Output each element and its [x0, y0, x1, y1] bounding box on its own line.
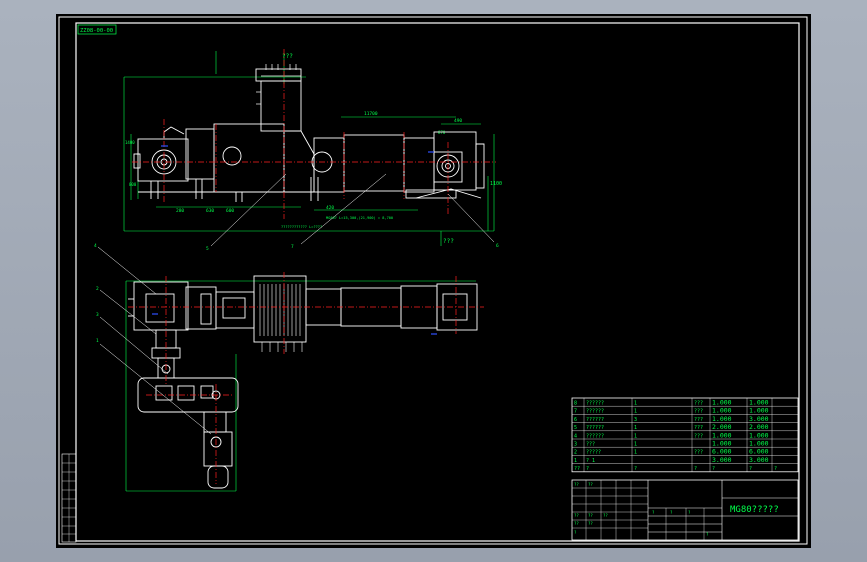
bom-header-cell: ?? — [574, 466, 580, 472]
dim-4: 420 — [326, 205, 334, 211]
bom-cell-name: ?????? — [586, 417, 604, 423]
bom-cell-name: ?????? — [586, 433, 604, 439]
title-block-cell: ?? — [588, 482, 593, 487]
balloon-1: 1 — [96, 338, 99, 344]
drawing-name: MG80????? — [730, 505, 779, 515]
bom-cell-w2: 3.000 — [749, 415, 769, 423]
plan-view: 4 2 3 1 — [94, 243, 484, 492]
bom-cell-no: 7 — [574, 409, 577, 415]
title-block-cell: ? — [706, 532, 709, 537]
bom-cell-qty: 1 — [634, 401, 637, 407]
balloon-6: 6 — [496, 243, 499, 249]
bom-cell-w2: 6.000 — [749, 448, 769, 456]
dim-top1: 11700 — [364, 111, 378, 117]
dim-total-bottom: ???????????? L=???? — [281, 225, 322, 229]
dim-3: 600 — [226, 208, 234, 214]
bom-cell-mat: ??? — [694, 401, 703, 407]
bom-cell-mat: ??? — [694, 425, 703, 431]
bom-cell-mat: ??? — [694, 409, 703, 415]
drawing-sheet: ZZ08-00-00 ??? ??? 11700 490 280 630 600… — [56, 14, 811, 548]
side-strip — [61, 453, 77, 543]
bom-cell-w1: 1.000 — [712, 399, 732, 407]
dim-total: 1400 — [125, 140, 135, 145]
title-block-cell: ? — [574, 530, 577, 535]
bom-cell-w2: 1.000 — [749, 440, 769, 448]
bom-cell-name: ??? — [586, 442, 595, 448]
bom-cell-w1: 6.000 — [712, 448, 732, 456]
bom-table: 8?????? 1??? 1.000 1.0007?????? 1??? 1.000 1.0… — [571, 397, 799, 473]
bom-cell-w1: 3.000 — [712, 456, 732, 464]
bom-cell-qty: 1 — [634, 450, 637, 456]
bom-cell-w1: 1.000 — [712, 407, 732, 415]
bom-cell-name: ?????? — [586, 425, 604, 431]
bom-cell-w1: 1.000 — [712, 440, 732, 448]
bom-cell-no: 2 — [574, 450, 577, 456]
dim-5: 1100 — [490, 181, 502, 187]
bom-cell-qty: 1 — [634, 433, 637, 439]
elevation-view: ??? ??? 11700 490 280 630 600 420 1100 M… — [123, 49, 502, 252]
bom-header-cell: ? — [586, 466, 589, 472]
title-block-cell: ?? — [603, 513, 608, 518]
bom-header-cell: ? — [774, 466, 777, 472]
bom-cell-w1: 2.000 — [712, 423, 732, 431]
bom-header-cell: ? — [634, 466, 637, 472]
bom-cell-name: ?????? — [586, 409, 604, 415]
title-block-cell: ?? — [588, 521, 593, 526]
bom-cell-no: 1 — [574, 458, 577, 464]
bom-cell-w2: 1.000 — [749, 407, 769, 415]
title-block: MG80????? ??????????????????? — [571, 479, 799, 541]
dim-head-w: 800 — [129, 182, 137, 187]
sheet-border — [58, 16, 808, 545]
bom-cell-w2: 3.000 — [749, 456, 769, 464]
bom-cell-w2: 1.000 — [749, 431, 769, 439]
dim-top2: 490 — [454, 118, 462, 124]
bom-cell-no: 3 — [574, 442, 577, 448]
bom-cell-w2: 1.000 — [749, 399, 769, 407]
title-block-cell: ? — [670, 510, 673, 515]
bom-cell-no: 4 — [574, 433, 577, 439]
code-stamp: ZZ08-00-00 — [80, 28, 113, 34]
bom-cell-no: 5 — [574, 425, 577, 431]
bom-cell-qty: 1 — [634, 409, 637, 415]
dim-1: 280 — [176, 208, 184, 214]
bom-cell-w2: 2.000 — [749, 423, 769, 431]
bom-header-cell: ? — [749, 466, 752, 472]
bom-cell-qty: 1 — [634, 425, 637, 431]
bom-cell-no: 6 — [574, 417, 577, 423]
bom-cell-w1: 1.000 — [712, 431, 732, 439]
bom-cell-name: ?????? — [586, 401, 604, 407]
bom-cell-mat: ??? — [694, 417, 703, 423]
balloon-4: 4 — [94, 243, 97, 249]
balloon-5: 5 — [206, 246, 209, 252]
bom-cell-mat: ??? — [694, 450, 703, 456]
title-block-cell: ?? — [574, 482, 579, 487]
balloon-3: 3 — [96, 312, 99, 318]
bom-cell-no: 8 — [574, 401, 577, 407]
dim-long: MG80? L=15,300,(21,900) = 8,700 — [326, 216, 393, 220]
bom-cell-w1: 1.000 — [712, 415, 732, 423]
bom-header-cell: ? — [694, 466, 697, 472]
bom-cell-name: ? 1 — [586, 458, 595, 464]
elevation-label-bottom: ??? — [443, 238, 454, 245]
title-block-cell: ? — [688, 510, 691, 515]
dim-tail-w: 870 — [438, 130, 446, 135]
title-block-cell: ? — [652, 510, 655, 515]
dim-2: 630 — [206, 208, 214, 214]
bom-cell-name: ????? — [586, 450, 601, 456]
bom-cell-mat: ??? — [694, 433, 703, 439]
balloon-7: 7 — [291, 244, 294, 250]
title-block-cell: ?? — [574, 513, 579, 518]
cad-viewport: ZZ08-00-00 ??? ??? 11700 490 280 630 600… — [0, 0, 867, 562]
title-block-cell: ?? — [574, 521, 579, 526]
balloon-2: 2 — [96, 286, 99, 292]
bom-header-cell: ? — [712, 466, 715, 472]
drawing-canvas: ZZ08-00-00 ??? ??? 11700 490 280 630 600… — [58, 16, 808, 545]
bom-cell-qty: 3 — [634, 417, 637, 423]
bom-cell-qty: 1 — [634, 442, 637, 448]
title-block-cell: ?? — [588, 513, 593, 518]
